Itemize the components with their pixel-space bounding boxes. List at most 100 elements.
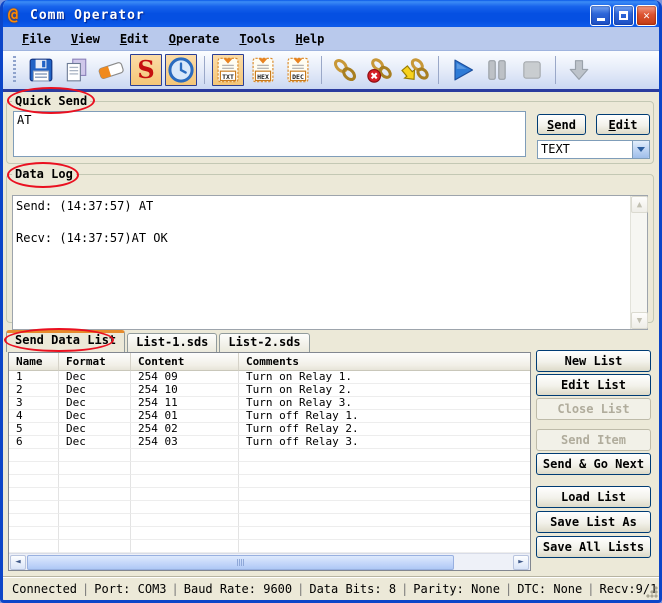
log-line-send: Send: (14:37:57) AT	[16, 198, 627, 214]
reconnect-button[interactable]	[399, 54, 431, 86]
cell-format: Dec	[59, 436, 131, 449]
cell-format: Dec	[59, 384, 131, 397]
save-list-as-button[interactable]: Save List As	[536, 511, 651, 533]
menu-view[interactable]: View	[62, 30, 109, 48]
data-log-view[interactable]: Send: (14:37:57) AT Recv: (14:37:57)AT O…	[12, 195, 648, 330]
table-row[interactable]: 5 Dec 254 02 Turn off Relay 2.	[9, 423, 530, 436]
scroll-right-icon[interactable]: ►	[513, 555, 529, 570]
close-button[interactable]: ✕	[636, 5, 657, 26]
timestamp-button[interactable]	[165, 54, 197, 86]
minimize-icon	[597, 18, 605, 21]
connect-button[interactable]	[329, 54, 361, 86]
app-logo-icon: @	[8, 6, 26, 24]
status-divider: |	[505, 582, 512, 596]
column-header-comments[interactable]: Comments	[239, 353, 530, 371]
pause-icon	[483, 56, 511, 84]
edit-list-button[interactable]: Edit List	[536, 374, 651, 396]
scrollbar-thumb[interactable]	[27, 555, 454, 570]
scroll-down-icon[interactable]: ▼	[631, 312, 648, 329]
save-button[interactable]	[25, 54, 57, 86]
combo-dropdown-button[interactable]	[632, 141, 649, 158]
title-bar[interactable]: @ Comm Operator ✕	[0, 0, 662, 30]
client-area: Quick Send AT Send Edit TEXT Data Log Se…	[3, 92, 659, 600]
txt-file-icon: TXT	[215, 56, 241, 84]
send-item-button: Send Item	[536, 429, 651, 451]
cell-format: Dec	[59, 371, 131, 384]
menu-tools[interactable]: Tools	[230, 30, 284, 48]
pause-button[interactable]	[481, 54, 513, 86]
status-divider: |	[82, 582, 89, 596]
format-dec-button[interactable]: DEC	[282, 54, 314, 86]
scroll-up-icon[interactable]: ▲	[631, 196, 648, 213]
table-row[interactable]: 1 Dec 254 09 Turn on Relay 1.	[9, 371, 530, 384]
tab-send-data-list[interactable]: Send Data List	[6, 330, 125, 352]
dec-file-icon: DEC	[285, 56, 311, 84]
cell-name: 4	[9, 410, 59, 423]
status-parity: Parity: None	[408, 582, 505, 596]
format-txt-button[interactable]: TXT	[212, 54, 244, 86]
empty-row	[9, 501, 530, 514]
stop-button[interactable]	[516, 54, 548, 86]
menu-bar: File View Edit Operate Tools Help	[3, 27, 659, 51]
cell-format: Dec	[59, 410, 131, 423]
empty-row	[9, 540, 530, 553]
svg-text:DEC: DEC	[292, 73, 304, 81]
send-and-go-next-button[interactable]: Send & Go Next	[536, 453, 651, 475]
log-scrollbar[interactable]: ▲ ▼	[630, 196, 647, 329]
status-port: Port: COM3	[89, 582, 171, 596]
menu-help[interactable]: Help	[287, 30, 334, 48]
menu-file[interactable]: File	[13, 30, 60, 48]
cell-name: 3	[9, 397, 59, 410]
send-s-mode-button[interactable]: S	[130, 54, 162, 86]
empty-row	[9, 475, 530, 488]
cell-content: 254 02	[131, 423, 239, 436]
menu-operate[interactable]: Operate	[160, 30, 229, 48]
table-row[interactable]: 6 Dec 254 03 Turn off Relay 3.	[9, 436, 530, 449]
column-header-format[interactable]: Format	[59, 353, 131, 371]
format-select[interactable]: TEXT	[537, 140, 650, 159]
new-list-button[interactable]: New List	[536, 350, 651, 372]
maximize-button[interactable]	[613, 5, 634, 26]
reconnect-chain-icon	[401, 56, 429, 84]
send-button[interactable]: Send	[537, 114, 586, 135]
cell-comments: Turn off Relay 2.	[239, 423, 530, 436]
clear-button[interactable]	[95, 54, 127, 86]
disconnect-button[interactable]	[364, 54, 396, 86]
menu-edit[interactable]: Edit	[111, 30, 158, 48]
load-list-button[interactable]: Load List	[536, 486, 651, 508]
connect-chain-icon	[331, 56, 359, 84]
cell-content: 254 11	[131, 397, 239, 410]
s-mode-icon: S	[137, 57, 154, 83]
minimize-button[interactable]	[590, 5, 611, 26]
resize-grip[interactable]	[646, 586, 658, 598]
send-data-table[interactable]: Name Format Content Comments 1 Dec 254 0…	[8, 352, 531, 571]
column-header-content[interactable]: Content	[131, 353, 239, 371]
table-row[interactable]: 3 Dec 254 11 Turn on Relay 3.	[9, 397, 530, 410]
tab-list-1[interactable]: List-1.sds	[127, 333, 217, 352]
table-horizontal-scrollbar[interactable]: ◄ ►	[9, 553, 530, 570]
edit-button[interactable]: Edit	[596, 114, 650, 135]
save-all-lists-button[interactable]: Save All Lists	[536, 536, 651, 558]
clock-icon	[167, 56, 195, 84]
column-header-name[interactable]: Name	[9, 353, 59, 371]
status-dtc: DTC: None	[512, 582, 587, 596]
scroll-left-icon[interactable]: ◄	[10, 555, 26, 570]
cell-comments: Turn off Relay 3.	[239, 436, 530, 449]
copy-button[interactable]	[60, 54, 92, 86]
cell-name: 6	[9, 436, 59, 449]
data-log-label: Data Log	[12, 167, 76, 181]
svg-text:HEX: HEX	[257, 73, 269, 81]
quick-send-input[interactable]: AT	[13, 111, 526, 157]
play-button[interactable]	[446, 54, 478, 86]
empty-row	[9, 514, 530, 527]
table-row[interactable]: 2 Dec 254 10 Turn on Relay 2.	[9, 384, 530, 397]
toolbar-grip[interactable]	[13, 56, 16, 84]
table-row[interactable]: 4 Dec 254 01 Turn off Relay 1.	[9, 410, 530, 423]
download-button[interactable]	[563, 54, 595, 86]
comm-operator-window: @ Comm Operator ✕ File View Edit Operate…	[0, 0, 662, 603]
format-hex-button[interactable]: HEX	[247, 54, 279, 86]
chevron-down-icon	[637, 147, 645, 152]
list-tabs: Send Data List List-1.sds List-2.sds	[6, 330, 312, 352]
tab-list-2[interactable]: List-2.sds	[219, 333, 309, 352]
empty-row	[9, 462, 530, 475]
